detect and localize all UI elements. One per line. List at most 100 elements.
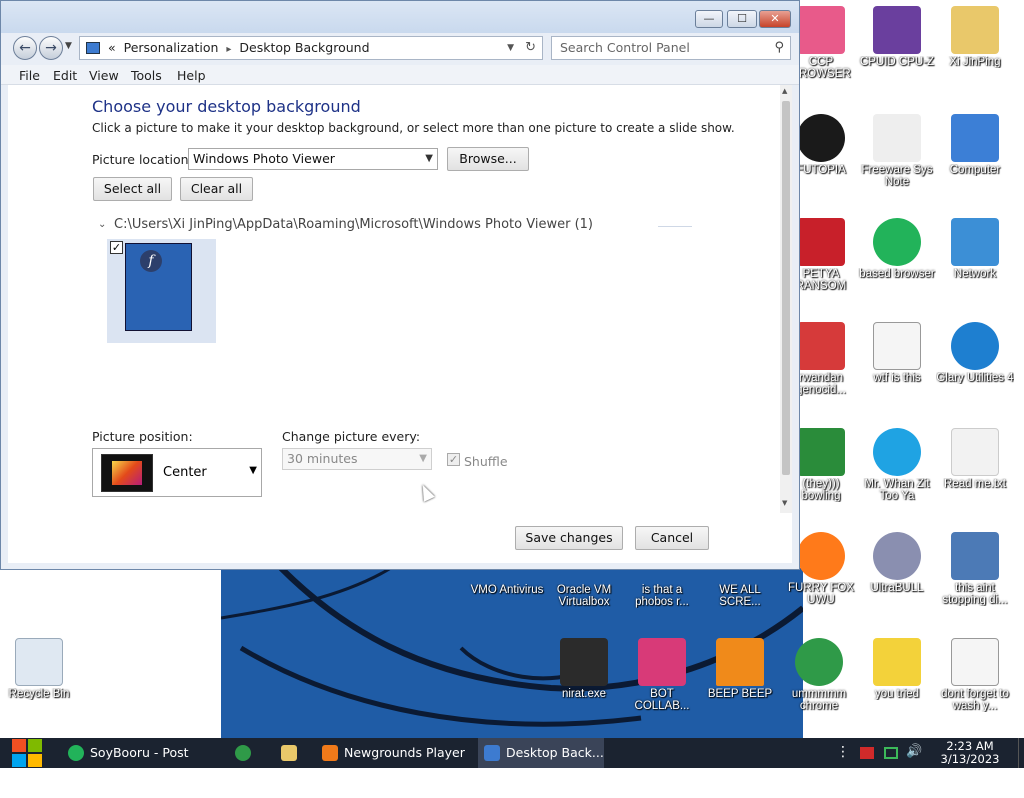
desktop-icon-based-browser[interactable]: based browser: [858, 218, 936, 280]
network-tray-icon[interactable]: [884, 747, 898, 759]
desktop-icon-network[interactable]: Network: [936, 218, 1014, 280]
meme-icon: [797, 428, 845, 476]
clear-all-button[interactable]: Clear all: [180, 177, 253, 201]
folder-group-divider: [658, 226, 692, 227]
picture-position-value: Center: [163, 465, 207, 480]
icon-label: Xi JinPing: [949, 56, 1001, 68]
search-input[interactable]: Search Control Panel ⚲: [551, 36, 791, 60]
address-bar[interactable]: « Personalization ▸ Desktop Background ▼…: [79, 36, 543, 60]
text-file-icon: [873, 322, 921, 370]
chrome-icon: [235, 745, 251, 761]
desktop-icon-you-tried[interactable]: you tried: [858, 638, 936, 700]
desktop-icon-wtf-is-this[interactable]: wtf is this: [858, 322, 936, 384]
scroll-down-icon[interactable]: ▼: [782, 499, 787, 507]
close-button[interactable]: ✕: [759, 10, 791, 28]
moon-icon: [951, 322, 999, 370]
select-all-button[interactable]: Select all: [93, 177, 172, 201]
desktop-icon-read-me[interactable]: Read me.txt: [936, 428, 1014, 490]
recent-pages-dropdown[interactable]: ▼: [65, 41, 72, 51]
desktop-icon-user-folder[interactable]: Xi JinPing: [936, 6, 1014, 68]
desktop-icon-virtualbox[interactable]: Oracle VM Virtualbox: [545, 584, 623, 608]
newgrounds-icon: [322, 745, 338, 761]
page-title: Choose your desktop background: [92, 97, 361, 116]
start-button[interactable]: [10, 738, 44, 768]
shuffle-label: Shuffle: [464, 454, 508, 469]
browse-button[interactable]: Browse...: [447, 147, 529, 171]
desktop-icon-glary-utilities[interactable]: Glary Utilities 4: [936, 322, 1014, 384]
chat-icon: [68, 745, 84, 761]
breadcrumb-personalization[interactable]: Personalization: [124, 40, 219, 55]
scroll-up-icon[interactable]: ▲: [782, 87, 787, 95]
desktop-icon-phobos[interactable]: is that a phobos r...: [623, 584, 701, 608]
scrollbar-thumb[interactable]: [782, 101, 790, 475]
desktop-icon-cpuz[interactable]: CPUID CPU-Z: [858, 6, 936, 68]
picture-checkbox[interactable]: ✓: [110, 241, 123, 254]
folder-group-header[interactable]: C:\Users\Xi JinPing\AppData\Roaming\Micr…: [114, 217, 593, 232]
menu-file[interactable]: File: [19, 68, 40, 83]
maximize-button[interactable]: ☐: [727, 10, 757, 28]
firefox-icon: [797, 532, 845, 580]
taskbar-item-label: Newgrounds Player: [344, 745, 465, 760]
icon-label: based browser: [859, 268, 935, 280]
desktop-icon-stopping[interactable]: this aint stopping di...: [936, 532, 1014, 606]
desktop-icon-skype[interactable]: Mr. Whan Zit Too Ya: [858, 428, 936, 502]
icon-label: Read me.txt: [944, 478, 1006, 490]
picture-position-select[interactable]: Center ▼: [92, 448, 262, 497]
desktop-icon-computer[interactable]: Computer: [936, 114, 1014, 176]
icon-label: Glary Utilities 4: [936, 372, 1014, 384]
show-desktop-button[interactable]: [1018, 738, 1024, 768]
desktop-icon-ultrabull[interactable]: UltraBULL: [858, 532, 936, 594]
search-icon[interactable]: ⚲: [774, 37, 784, 59]
notification-overflow-icon[interactable]: ⋮: [836, 744, 850, 760]
menu-help[interactable]: Help: [177, 68, 206, 83]
back-button[interactable]: ←: [13, 36, 37, 60]
collapse-group-icon[interactable]: ⌄: [98, 219, 106, 230]
star-icon: [873, 638, 921, 686]
picture-thumbnail[interactable]: ✓ f: [107, 239, 216, 343]
desktop-icon-freeware-sys-note[interactable]: Freeware Sys Note: [858, 114, 936, 188]
menu-tools[interactable]: Tools: [131, 68, 162, 83]
desktop-icon-bot-collab[interactable]: BOT COLLAB...: [623, 638, 701, 712]
save-changes-button[interactable]: Save changes: [515, 526, 623, 550]
menu-edit[interactable]: Edit: [53, 68, 77, 83]
user-folder-icon: [951, 6, 999, 54]
recycle-bin-icon: [15, 638, 63, 686]
taskbar-item-explorer[interactable]: [274, 738, 304, 768]
desktop-icon-nirat[interactable]: nirat.exe: [545, 638, 623, 700]
desktop-icon-vlc[interactable]: BEEP BEEP: [701, 638, 779, 700]
menu-view[interactable]: View: [89, 68, 119, 83]
breadcrumb-overflow[interactable]: «: [108, 40, 116, 55]
desktop-icon-wash[interactable]: dont forget to wash y...: [936, 638, 1014, 712]
folder-icon: [281, 745, 297, 761]
picture-location-select[interactable]: Windows Photo Viewer ▼: [188, 148, 438, 170]
taskbar: SoyBooru - Post 2... Newgrounds Player D…: [0, 738, 1024, 790]
icon-label: Oracle VM Virtualbox: [556, 584, 612, 608]
breadcrumb-desktop-background[interactable]: Desktop Background: [239, 40, 369, 55]
chevron-down-icon: ▼: [425, 153, 433, 164]
desktop-icon-we-all-scream[interactable]: WE ALL SCRE...: [701, 584, 779, 608]
desktop-icon-vmo-antivirus[interactable]: VMO Antivirus: [468, 584, 546, 596]
scrollbar[interactable]: ▲ ▼: [780, 85, 792, 513]
icon-label: WE ALL SCRE...: [719, 584, 761, 608]
chevron-down-icon: ▼: [419, 453, 427, 464]
forward-button[interactable]: →: [39, 36, 63, 60]
volume-icon[interactable]: 🔊: [906, 744, 922, 759]
flag-icon[interactable]: [860, 747, 874, 759]
taskbar-item-chrome[interactable]: [228, 738, 258, 768]
network-icon: [951, 218, 999, 266]
icon-label: BEEP BEEP: [707, 688, 773, 700]
address-dropdown-icon[interactable]: ▼: [507, 37, 514, 59]
icon-label: VMO Antivirus: [470, 584, 544, 596]
taskbar-item-soybooru[interactable]: SoyBooru - Post 2...: [62, 738, 212, 790]
clock[interactable]: 2:23 AM 3/13/2023: [936, 740, 1004, 766]
breadcrumb-separator: ▸: [226, 44, 232, 55]
icon-label: FURRY FOX UWU: [787, 582, 855, 606]
desktop-icon-recycle-bin[interactable]: Recycle Bin: [0, 638, 78, 700]
refresh-icon[interactable]: ↻: [525, 37, 536, 59]
taskbar-item-desktop-background[interactable]: Desktop Back...: [478, 738, 604, 768]
app-icon: [797, 114, 845, 162]
desktop-icon-chrome[interactable]: ummmmm chrome: [780, 638, 858, 712]
taskbar-item-newgrounds[interactable]: Newgrounds Player: [316, 738, 474, 768]
cancel-button[interactable]: Cancel: [635, 526, 709, 550]
minimize-button[interactable]: —: [695, 10, 723, 28]
